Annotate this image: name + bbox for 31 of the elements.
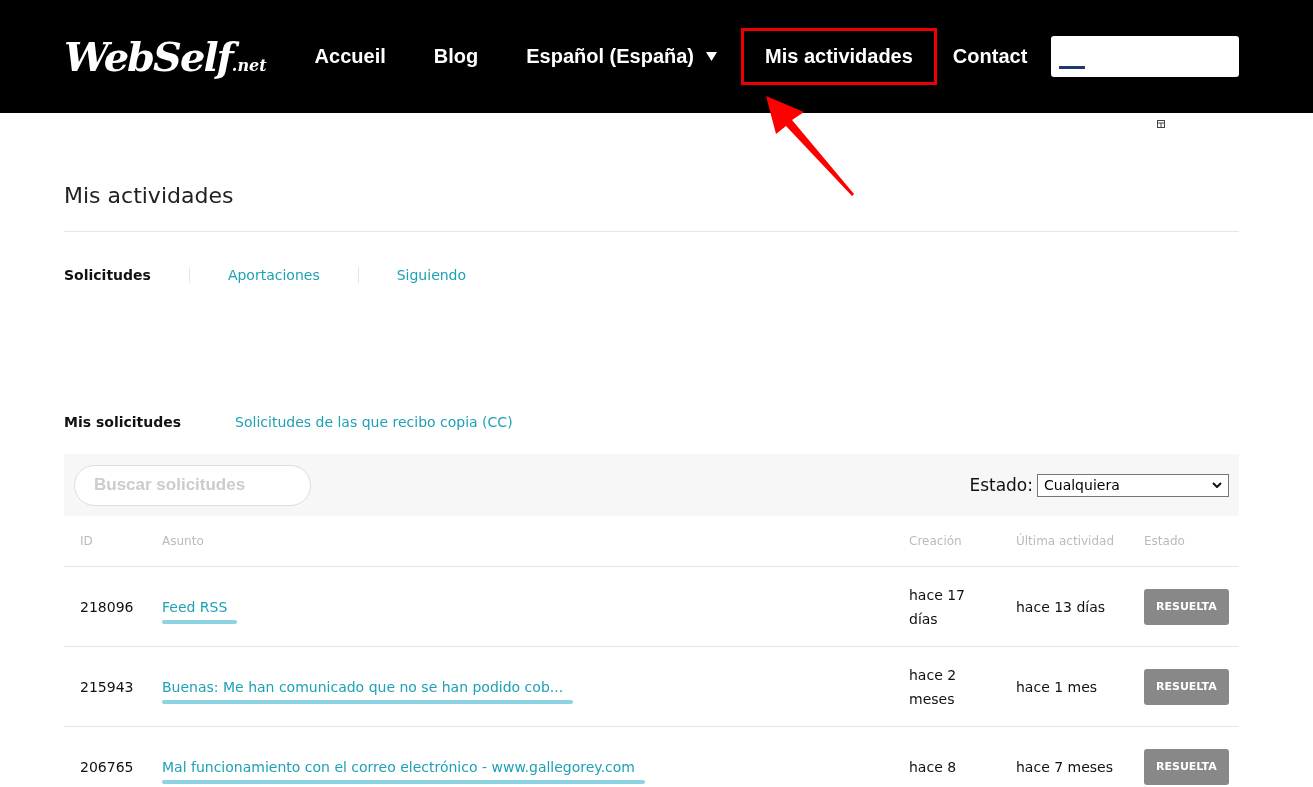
sub-tab[interactable]: Mis solicitudes <box>64 414 182 430</box>
layout-icon <box>1157 120 1165 128</box>
column-header: Asunto <box>162 516 909 567</box>
table-cell-text: hace 2 meses <box>909 665 958 709</box>
column-header: ID <box>64 516 162 567</box>
filter-label: Estado: <box>969 475 1033 495</box>
table-cell-text: hace 17 días <box>909 585 967 629</box>
nav-link[interactable]: Mis actividades <box>741 28 937 85</box>
loading-bar-icon <box>1059 66 1086 69</box>
status-badge: RESUELTA <box>1144 668 1229 705</box>
chevron-icon <box>1212 482 1222 488</box>
table-cell-text: hace 8 <box>909 757 958 777</box>
table-cell-text: 206765 <box>79 757 134 777</box>
column-header: Última actividad <box>1016 516 1144 567</box>
status-select[interactable]: Cualquiera <box>1037 473 1229 497</box>
table-cell-text: hace 7 meses <box>1016 757 1114 777</box>
nav-link[interactable]: Accueil <box>290 28 410 85</box>
table-cell-text: 218096 <box>79 597 134 617</box>
search-field[interactable] <box>1051 36 1239 77</box>
tab[interactable]: Solicitudes <box>64 266 189 283</box>
table-cell-text: hace 1 mes <box>1016 677 1098 697</box>
logo[interactable]: WebSelf.net <box>64 33 267 80</box>
table-cell-text: 215943 <box>79 677 134 697</box>
status-badge: RESUELTA <box>1144 588 1229 625</box>
nav-link[interactable]: Blog <box>409 28 503 85</box>
column-header: Estado <box>1144 516 1239 567</box>
nav-link[interactable]: Español (España) <box>502 28 741 85</box>
column-header: Creación <box>909 516 1016 567</box>
status-badge: RESUELTA <box>1144 748 1229 785</box>
page-title: Mis actividades <box>64 181 1239 232</box>
table-cell-text: hace 13 días <box>1016 597 1106 617</box>
